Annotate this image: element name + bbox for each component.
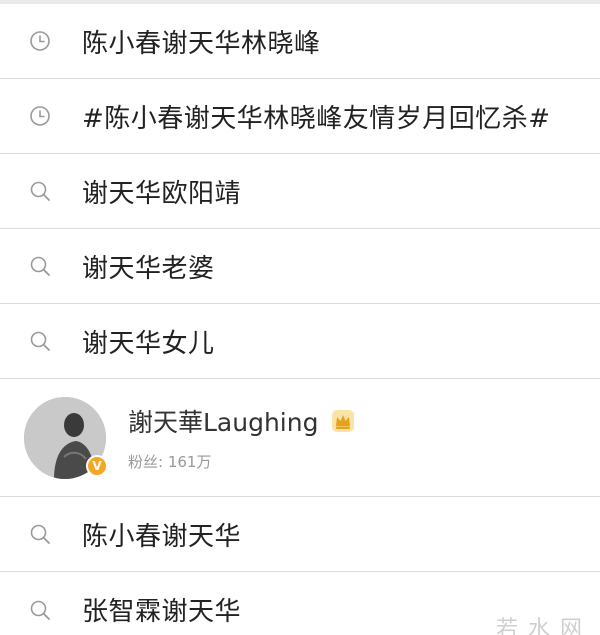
watermark: 若水网 bbox=[495, 617, 592, 635]
user-info: 謝天華Laughing 粉丝: 161万 bbox=[128, 403, 356, 472]
search-icon bbox=[28, 179, 52, 203]
suggestion-item-label: 谢天华老婆 bbox=[82, 253, 215, 284]
search-icon bbox=[28, 522, 52, 546]
search-suggestion-list: 陈小春谢天华林晓峰 #陈小春谢天华林晓峰友情岁月回忆杀# 谢天华欧阳靖 谢天华老… bbox=[0, 4, 600, 635]
history-item-label: 陈小春谢天华林晓峰 bbox=[82, 28, 321, 59]
search-icon bbox=[28, 598, 52, 622]
user-result[interactable]: V 謝天華Laughing 粉丝: 161万 bbox=[0, 379, 600, 497]
suggestion-item-label: 陈小春谢天华 bbox=[82, 521, 242, 552]
user-name-line: 謝天華Laughing bbox=[128, 403, 356, 439]
suggestion-item-label: 谢天华欧阳靖 bbox=[82, 178, 242, 209]
verified-badge: V bbox=[86, 454, 108, 477]
search-icon bbox=[28, 254, 52, 278]
user-name: 謝天華Laughing bbox=[128, 408, 319, 437]
suggestion-item-label: 张智霖谢天华 bbox=[82, 597, 242, 627]
suggestion-item[interactable]: 张智霖谢天华 若水网 bbox=[0, 572, 600, 635]
fans-count: 粉丝: 161万 bbox=[128, 453, 212, 471]
crown-icon bbox=[330, 408, 356, 434]
history-item[interactable]: 陈小春谢天华林晓峰 bbox=[0, 4, 600, 79]
clock-icon bbox=[28, 29, 52, 53]
history-item-label: #陈小春谢天华林晓峰友情岁月回忆杀# bbox=[82, 103, 551, 134]
search-icon bbox=[28, 329, 52, 353]
suggestion-item[interactable]: 谢天华女儿 bbox=[0, 304, 600, 379]
history-item[interactable]: #陈小春谢天华林晓峰友情岁月回忆杀# bbox=[0, 79, 600, 154]
suggestion-item-label: 谢天华女儿 bbox=[82, 328, 215, 359]
suggestion-item[interactable]: 谢天华欧阳靖 bbox=[0, 154, 600, 229]
suggestion-item[interactable]: 谢天华老婆 bbox=[0, 229, 600, 304]
clock-icon bbox=[28, 104, 52, 128]
suggestion-item[interactable]: 陈小春谢天华 bbox=[0, 497, 600, 572]
avatar[interactable]: V bbox=[24, 396, 108, 479]
